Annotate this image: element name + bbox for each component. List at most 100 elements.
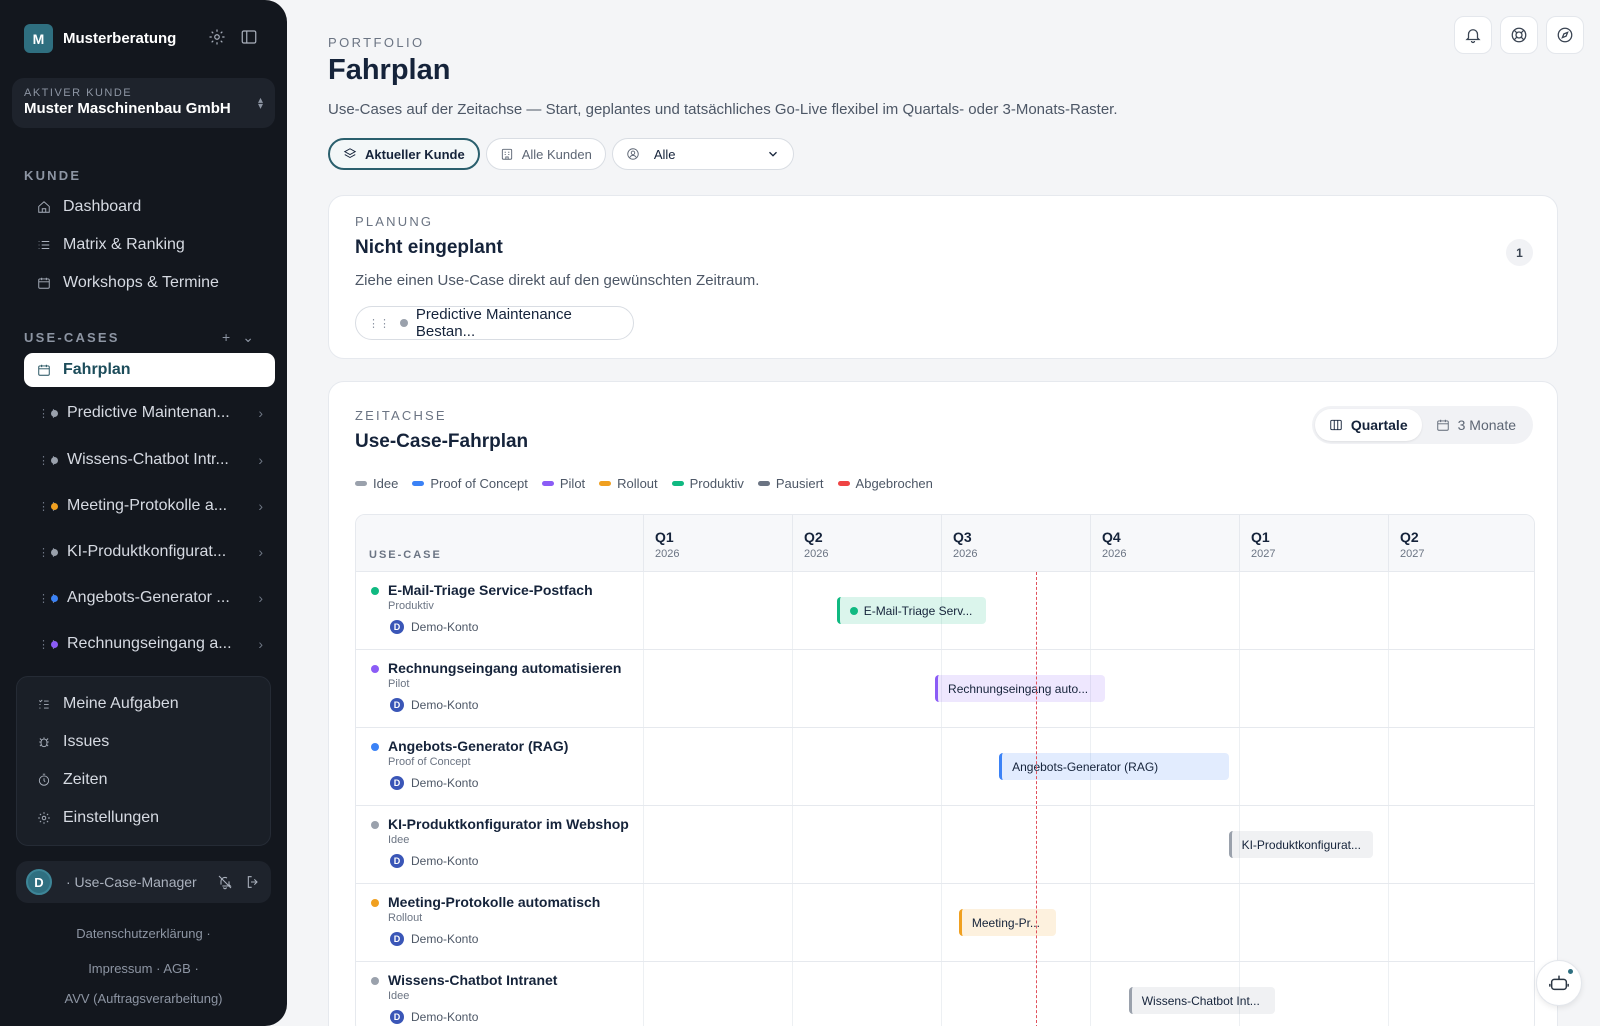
sidebar-item-workshops[interactable]: Workshops & Termine	[24, 266, 275, 300]
quarter-name: Q3	[953, 529, 972, 545]
usecase-owner: D Demo-Konto	[390, 620, 478, 634]
brand[interactable]: M Musterberatung	[24, 24, 176, 53]
privacy-link[interactable]: Datenschutzerklärung	[76, 926, 202, 941]
legend-label: Pilot	[559, 476, 586, 491]
usecase-title: Wissens-Chatbot Intranet	[388, 972, 558, 988]
sidebar-usecase-item[interactable]: ⋮⋮ KI-Produktkonfigurat... ›	[38, 537, 263, 567]
sidebar-usecase-label: KI-Produktkonfigurat...	[67, 543, 227, 560]
legend-swatch	[599, 481, 612, 486]
usecase-cell[interactable]: KI-Produktkonfigurator im Webshop Idee D De…	[356, 806, 643, 884]
legend-item: Abgebrochen	[837, 476, 933, 491]
drag-handle-icon[interactable]: ⋮⋮	[38, 546, 59, 559]
sidebar: M Musterberatung AKTIVER KUNDE Muster Ma…	[0, 0, 287, 1026]
client-label: AKTIVER KUNDE	[24, 87, 133, 99]
sidebar-usecase-item[interactable]: ⋮⋮ Rechnungseingang a... ›	[38, 629, 263, 659]
assistant-button[interactable]	[1536, 960, 1582, 1006]
usecase-cell[interactable]: Angebots-Generator (RAG) Proof of Concept…	[356, 728, 643, 806]
status-dot	[51, 456, 58, 464]
usecase-cell[interactable]: Wissens-Chatbot Intranet Idee D Demo-Konto	[356, 962, 643, 1026]
notifications-button[interactable]	[1454, 16, 1492, 54]
sidebar-item-zeiten[interactable]: Zeiten	[37, 771, 107, 789]
sidebar-item-label: Issues	[63, 733, 110, 750]
terms-link[interactable]: AGB	[163, 961, 190, 976]
sidebar-item-issues[interactable]: Issues	[37, 733, 109, 751]
toggle-months[interactable]: 3 Monate	[1422, 409, 1530, 441]
footer-links-row1: Datenschutzerklärung ·	[0, 926, 287, 941]
timer-icon	[38, 773, 50, 786]
help-button[interactable]	[1500, 16, 1538, 54]
sidebar-toggle-icon[interactable]	[240, 28, 258, 46]
drag-handle-icon[interactable]: ⋮⋮	[38, 454, 59, 467]
gantt-bar[interactable]: Rechnungseingang auto...	[935, 675, 1105, 702]
toggle-months-label: 3 Monate	[1457, 417, 1516, 433]
owner-avatar: D	[390, 854, 404, 868]
bell-off-icon[interactable]	[217, 874, 233, 890]
client-switcher[interactable]: AKTIVER KUNDE Muster Maschinenbau GmbH ▴…	[12, 78, 275, 128]
drag-handle-icon[interactable]: ⋮⋮	[38, 638, 59, 651]
toggle-quarters[interactable]: Quartale	[1314, 409, 1422, 441]
filter-current-client[interactable]: Aktueller Kunde	[328, 138, 480, 170]
imprint-link[interactable]: Impressum	[88, 961, 152, 976]
sidebar-usecase-item[interactable]: ⋮⋮ Wissens-Chatbot Intr... ›	[38, 445, 263, 475]
usecase-cell[interactable]: E-Mail-Triage Service-Postfach Produktiv D…	[356, 572, 643, 650]
sidebar-item-fahrplan[interactable]: Fahrplan	[24, 353, 275, 387]
sidebar-usecase-item[interactable]: ⋮⋮ Meeting-Protokolle a... ›	[38, 491, 263, 521]
filter-all-clients[interactable]: Alle Kunden	[485, 138, 606, 170]
owner-select[interactable]: Alle	[611, 138, 794, 170]
usecase-title: Rechnungseingang automatisieren	[388, 660, 622, 676]
status-legend: Idee Proof of Concept Pilot Rollout Produkti…	[355, 476, 933, 491]
drag-handle-icon[interactable]: ⋮⋮	[38, 407, 59, 420]
logout-icon[interactable]	[245, 874, 261, 890]
brand-logo: M	[24, 24, 53, 53]
gantt-bar[interactable]: E-Mail-Triage Serv...	[836, 597, 986, 624]
sidebar-usecase-label: Rechnungseingang a...	[67, 635, 232, 652]
sidebar-usecase-item[interactable]: ⋮⋮ Predictive Maintenan... ›	[38, 398, 263, 428]
legend-label: Produktiv	[689, 476, 744, 491]
sidebar-item-dashboard[interactable]: Dashboard	[24, 190, 275, 224]
sidebar-item-settings[interactable]: Einstellungen	[37, 809, 159, 827]
unplanned-usecase-chip[interactable]: ⋮⋮ Predictive Maintenance Bestan...	[355, 306, 634, 340]
planning-hint: Ziehe einen Use-Case direkt auf den gewü…	[355, 272, 760, 289]
usecase-cell[interactable]: Rechnungseingang automatisieren Pilot D Dem…	[356, 650, 643, 728]
gantt-bar[interactable]: Angebots-Generator (RAG)	[999, 753, 1229, 780]
gantt-bar[interactable]: Wissens-Chatbot Int...	[1128, 987, 1275, 1014]
timeline-card: ZEITACHSE Use-Case-Fahrplan Quartale 3 M…	[328, 381, 1558, 1026]
drag-handle-icon[interactable]: ⋮⋮	[368, 317, 390, 330]
quarter-name: Q4	[1102, 529, 1121, 545]
sidebar-usecase-label: Meeting-Protokolle a...	[67, 497, 228, 514]
chevron-right-icon: ›	[258, 544, 263, 560]
gantt-chart: USE-CASE Q1 2026 Q2 2026 Q3 2026 Q4 2026 Q1 2027 Q…	[355, 514, 1535, 1026]
filter-all-label: Alle Kunden	[521, 146, 592, 162]
gantt-header: USE-CASE Q1 2026 Q2 2026 Q3 2026 Q4 2026 Q1 2027 Q…	[356, 515, 1534, 572]
legend-item: Idee	[355, 476, 398, 491]
usecase-owner: D Demo-Konto	[390, 932, 478, 946]
avv-link[interactable]: AVV (Auftragsverarbeitung)	[65, 991, 223, 1006]
gantt-bar-label: KI-Produktkonfigurat...	[1241, 837, 1361, 852]
gantt-row: Rechnungseingang automatisieren Pilot D Dem…	[356, 650, 1534, 728]
sidebar-usecase-item[interactable]: ⋮⋮ Angebots-Generator ... ›	[38, 583, 263, 613]
add-icon[interactable]: +	[222, 329, 230, 346]
gantt-bar[interactable]: Meeting-Pr...	[958, 909, 1056, 936]
tour-button[interactable]	[1546, 16, 1584, 54]
sidebar-item-matrix[interactable]: Matrix & Ranking	[24, 228, 275, 262]
legend-item: Proof of Concept	[412, 476, 528, 491]
legend-swatch	[541, 481, 554, 486]
timeline-eyebrow: ZEITACHSE	[355, 408, 447, 423]
sidebar-item-tasks[interactable]: Meine Aufgaben	[37, 695, 179, 713]
legend-item: Rollout	[599, 476, 658, 491]
gantt-row: E-Mail-Triage Service-Postfach Produktiv D…	[356, 572, 1534, 650]
drag-handle-icon[interactable]: ⋮⋮	[38, 592, 59, 605]
layers-icon	[343, 148, 357, 159]
user-circle-icon	[627, 148, 639, 160]
gantt-bar-label: Rechnungseingang auto...	[948, 681, 1089, 696]
chevron-down-icon[interactable]: ⌄	[242, 329, 254, 346]
footer-links-row2: Impressum · AGB ·	[0, 961, 287, 976]
gantt-bar[interactable]: KI-Produktkonfigurat...	[1228, 831, 1374, 858]
avatar[interactable]: D	[26, 869, 52, 895]
tasks-icon	[39, 699, 49, 709]
drag-handle-icon[interactable]: ⋮⋮	[38, 500, 59, 513]
chevron-right-icon: ›	[258, 498, 263, 514]
owner-name: Demo-Konto	[411, 932, 479, 946]
usecase-cell[interactable]: Meeting-Protokolle automatisch Rollout D De…	[356, 884, 643, 962]
gear-icon[interactable]	[208, 28, 226, 46]
